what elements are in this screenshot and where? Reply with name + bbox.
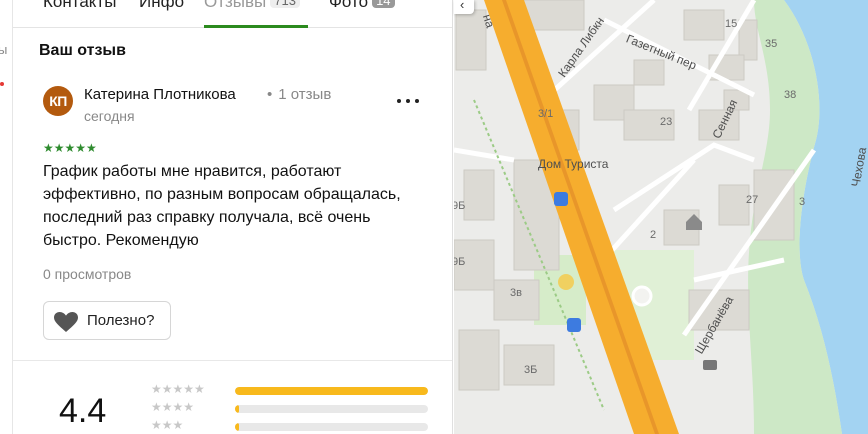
helpful-button-label: Полезно? [87, 312, 155, 329]
bus-stop-icon [567, 318, 581, 332]
tab-bar: Контакты Инфо Отзывы 713 Фото 14 [13, 0, 452, 28]
more-dot [415, 99, 419, 103]
house-number: 23 [660, 116, 673, 128]
author-reviews-count: 1 отзыв [278, 86, 332, 103]
organization-panel: Контакты Инфо Отзывы 713 Фото 14 Ваш отзыв… [13, 0, 453, 434]
house-number: 9Б [454, 256, 466, 268]
more-dot [406, 99, 410, 103]
monument-icon [558, 274, 574, 290]
distribution-bar-track [235, 405, 428, 413]
house-number: 3в [510, 287, 522, 299]
tab-photos-label: Фото [329, 0, 369, 11]
map-view[interactable]: на Карла Либкн Газетный пер Сенная Чехов… [454, 0, 868, 434]
edge-text: ы [0, 42, 7, 57]
camera-icon [703, 360, 717, 370]
heart-icon [54, 312, 78, 332]
section-title: Ваш отзыв [39, 42, 126, 59]
bus-stop-icon [554, 192, 568, 206]
house-number: 35 [765, 38, 778, 50]
distribution-stars: ★★★★ [151, 400, 195, 414]
tab-photos[interactable]: Фото 14 [329, 0, 395, 12]
meta-separator: • [267, 86, 273, 103]
house-number: 9Б [454, 200, 466, 212]
collapse-panel-button[interactable]: ‹ [454, 0, 474, 14]
tab-reviews-count: 713 [270, 0, 300, 8]
chevron-left-icon: ‹ [460, 0, 465, 12]
rating-distribution-row: ★★★★ [151, 400, 441, 414]
distribution-bar-fill [235, 387, 428, 395]
house-number: 3Б [524, 364, 538, 376]
average-rating: 4.4 [59, 392, 107, 430]
rating-distribution-row: ★★★★★ [151, 382, 441, 396]
review-date: сегодня [84, 108, 135, 124]
tab-photos-count: 14 [372, 0, 395, 8]
distribution-stars: ★★★ [151, 418, 184, 432]
active-tab-indicator [204, 25, 308, 28]
tab-info[interactable]: Инфо [139, 0, 184, 12]
tab-reviews[interactable]: Отзывы 713 [204, 0, 300, 12]
review-text: График работы мне нравится, работают эфф… [43, 163, 401, 249]
distribution-stars: ★★★★★ [151, 382, 205, 396]
tab-contacts-label: Контакты [43, 0, 117, 11]
tab-info-label: Инфо [139, 0, 185, 11]
distribution-bar-track [235, 387, 428, 395]
rating-distribution-row: ★★★ [151, 418, 441, 432]
map-canvas [454, 0, 868, 434]
section-divider [13, 360, 452, 361]
review-author-meta: • 1 отзыв [267, 86, 331, 103]
map-poi-label: Дом Туриста [538, 157, 609, 171]
review-views: 0 просмотров [43, 266, 132, 282]
distribution-bar-fill [235, 423, 239, 431]
edge-marker-dot [0, 82, 4, 86]
tab-contacts[interactable]: Контакты [43, 0, 116, 12]
tab-reviews-label: Отзывы [204, 0, 267, 11]
house-number: 15 [725, 18, 738, 30]
house-number: 2 [650, 229, 657, 241]
review-author-name[interactable]: Катерина Плотникова [84, 86, 236, 103]
distribution-bar-track [235, 423, 428, 431]
roundabout [631, 285, 653, 307]
review-rating-stars: ★★★★★ [43, 141, 97, 155]
avatar[interactable]: КП [43, 86, 73, 116]
house-number: 3/1 [538, 108, 554, 120]
house-number: 38 [784, 89, 797, 101]
more-dot [397, 99, 401, 103]
helpful-button[interactable]: Полезно? [43, 301, 171, 340]
more-options-button[interactable] [395, 90, 421, 110]
house-number: 3 [799, 196, 806, 208]
previous-panel-edge: ы [0, 0, 13, 434]
house-number: 27 [746, 194, 759, 206]
distribution-bar-fill [235, 405, 239, 413]
